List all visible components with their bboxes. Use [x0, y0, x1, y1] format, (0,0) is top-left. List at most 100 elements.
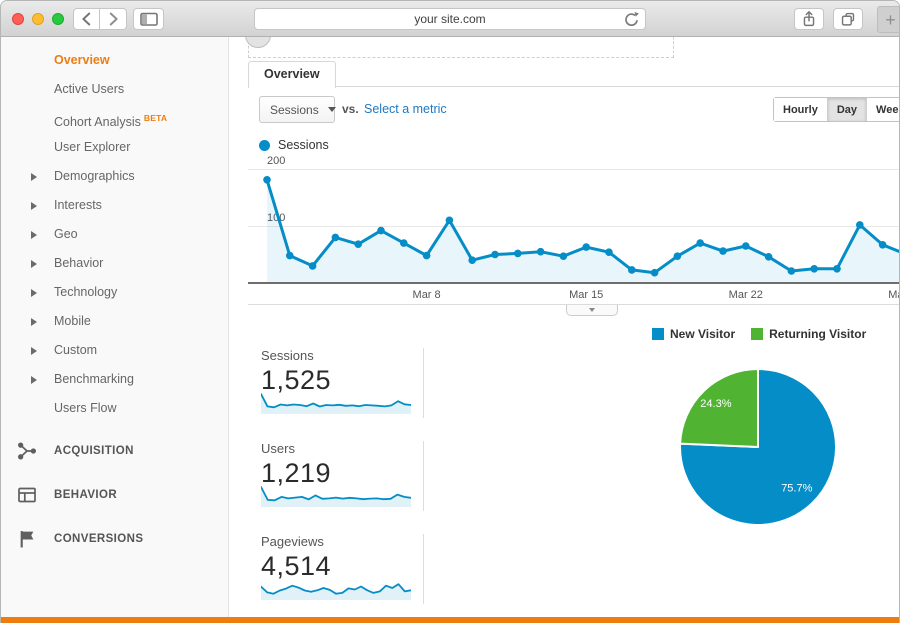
- metric-sparkline-chart[interactable]: [261, 391, 411, 415]
- metric-card-divider: [423, 441, 424, 511]
- expand-arrow-icon[interactable]: [31, 376, 37, 384]
- sidebar-section-list: ACQUISITION BEHAVIOR CONVERSIONS: [1, 429, 228, 561]
- metric-card-divider: [423, 534, 424, 604]
- granularity-button-week[interactable]: Week: [866, 98, 899, 121]
- sessions-line-chart[interactable]: [263, 159, 899, 289]
- x-axis-labels: Mar 8 Mar 15 Mar 22 Mar 29: [230, 289, 899, 303]
- sidebar-section-label: ACQUISITION: [54, 445, 134, 457]
- reload-icon[interactable]: [623, 11, 640, 33]
- granularity-button-day[interactable]: Day: [826, 98, 867, 121]
- metric-sparkline-chart[interactable]: [261, 484, 411, 508]
- url-text: your site.com: [414, 12, 486, 26]
- legend-item-returning-visitor: Returning Visitor: [751, 327, 866, 341]
- tab-row-divider: [248, 86, 899, 87]
- x-axis-tick-label: Mar 22: [728, 289, 763, 301]
- sidebar-item-label: Benchmarking: [54, 372, 134, 386]
- granularity-button-hourly[interactable]: Hourly: [774, 98, 827, 121]
- returning-visitor-swatch-icon: [751, 328, 764, 340]
- browser-window: your site.com + Overview Active Users Co…: [0, 0, 900, 623]
- metric-dropdown[interactable]: Sessions: [259, 96, 336, 123]
- fullscreen-window-button[interactable]: [52, 13, 64, 25]
- sidebar-item-label: Cohort Analysis: [54, 115, 141, 130]
- minimize-window-button[interactable]: [32, 13, 44, 25]
- sidebar-panel-icon: [139, 12, 158, 26]
- new-visitor-swatch-icon: [652, 328, 664, 340]
- report-sidebar: Overview Active Users Cohort Analysis BET…: [1, 37, 229, 617]
- sidebar-item-label: User Explorer: [54, 140, 131, 154]
- x-axis-tick-label: Mar 15: [569, 289, 604, 301]
- line-chart-legend: Sessions: [259, 138, 329, 152]
- metric-card-divider: [423, 348, 424, 418]
- sidebar-item-users-flow[interactable]: Users Flow: [1, 394, 228, 423]
- expand-arrow-icon[interactable]: [31, 318, 37, 326]
- sidebar-section-acquisition[interactable]: ACQUISITION: [1, 429, 228, 473]
- caret-down-icon: [327, 107, 336, 112]
- metric-sparkline-chart[interactable]: [261, 577, 411, 601]
- sidebar-item-custom[interactable]: Custom: [1, 336, 228, 365]
- sidebar-item-interests[interactable]: Interests: [1, 191, 228, 220]
- granularity-button-group: HourlyDayWeekMonth: [773, 97, 899, 122]
- sidebar-section-behavior[interactable]: BEHAVIOR: [1, 473, 228, 517]
- report-content: Overview Sessions vs. Select a metric Ho…: [230, 37, 899, 617]
- sidebar-item-geo[interactable]: Geo: [1, 220, 228, 249]
- expand-arrow-icon[interactable]: [31, 173, 37, 181]
- browser-toolbar: your site.com +: [1, 1, 899, 37]
- sidebar-item-label: Geo: [54, 227, 78, 241]
- legend-label: Returning Visitor: [769, 327, 867, 341]
- metric-dropdown-value: Sessions: [270, 102, 319, 117]
- caret-down-icon: [589, 308, 595, 312]
- tab-overview[interactable]: Overview: [248, 61, 336, 88]
- sidebar-item-label: Technology: [54, 285, 118, 299]
- sidebar-item-mobile[interactable]: Mobile: [1, 307, 228, 336]
- new-tab-button[interactable]: +: [877, 6, 899, 33]
- sidebar-item-overview[interactable]: Overview: [1, 46, 228, 75]
- sidebar-item-user-explorer[interactable]: User Explorer: [1, 133, 228, 162]
- visitor-type-pie-chart[interactable]: 75.7% 24.3%: [673, 362, 843, 532]
- sidebar-item-label: Mobile: [54, 314, 91, 328]
- behavior-icon: [18, 487, 36, 503]
- sidebar-toggle-button[interactable]: [133, 8, 164, 30]
- forward-button[interactable]: [100, 8, 127, 30]
- expand-arrow-icon[interactable]: [31, 289, 37, 297]
- sidebar-item-label: Users Flow: [54, 401, 117, 415]
- sidebar-section-label: CONVERSIONS: [54, 533, 144, 545]
- metric-label: Pageviews: [261, 534, 324, 549]
- pie-chart-legend: New Visitor Returning Visitor: [652, 327, 866, 341]
- select-metric-link[interactable]: Select a metric: [364, 102, 447, 116]
- sidebar-item-behavior[interactable]: Behavior: [1, 249, 228, 278]
- x-axis-tick-label: Mar 29: [888, 289, 899, 301]
- address-bar[interactable]: your site.com: [254, 8, 646, 30]
- sidebar-item-label: Interests: [54, 198, 102, 212]
- beta-badge: BETA: [143, 113, 168, 123]
- sidebar-section-conversions[interactable]: CONVERSIONS: [1, 517, 228, 561]
- expand-arrow-icon[interactable]: [31, 260, 37, 268]
- back-button[interactable]: [73, 8, 100, 30]
- sidebar-item-cohort-analysis[interactable]: Cohort Analysis BETA: [1, 104, 228, 133]
- metric-label: Sessions: [261, 348, 314, 363]
- acquisition-icon: [18, 442, 36, 460]
- tabs-icon: [841, 12, 855, 26]
- collapse-chart-handle[interactable]: [566, 305, 618, 316]
- close-window-button[interactable]: [12, 13, 24, 25]
- sidebar-item-label: Overview: [54, 53, 110, 67]
- clipped-header-outline: [248, 37, 674, 58]
- expand-arrow-icon[interactable]: [31, 231, 37, 239]
- pie-slice-label: 24.3%: [700, 398, 731, 410]
- sidebar-item-benchmarking[interactable]: Benchmarking: [1, 365, 228, 394]
- sidebar-item-demographics[interactable]: Demographics: [1, 162, 228, 191]
- sidebar-item-technology[interactable]: Technology: [1, 278, 228, 307]
- sidebar-item-active-users[interactable]: Active Users: [1, 75, 228, 104]
- share-button[interactable]: [794, 8, 824, 30]
- expand-arrow-icon[interactable]: [31, 347, 37, 355]
- series-dot-icon: [259, 139, 270, 151]
- chevron-left-icon: [81, 12, 90, 26]
- tabs-overview-button[interactable]: [833, 8, 863, 30]
- brand-accent-bar: [1, 617, 899, 623]
- sidebar-item-label: Behavior: [54, 256, 104, 270]
- tab-label: Overview: [264, 67, 320, 81]
- expand-arrow-icon[interactable]: [31, 202, 37, 210]
- legend-item-new-visitor: New Visitor: [652, 327, 735, 341]
- pie-slice-label: 75.7%: [781, 483, 812, 495]
- sidebar-item-label: Demographics: [54, 169, 135, 183]
- sidebar-item-label: Custom: [54, 343, 98, 357]
